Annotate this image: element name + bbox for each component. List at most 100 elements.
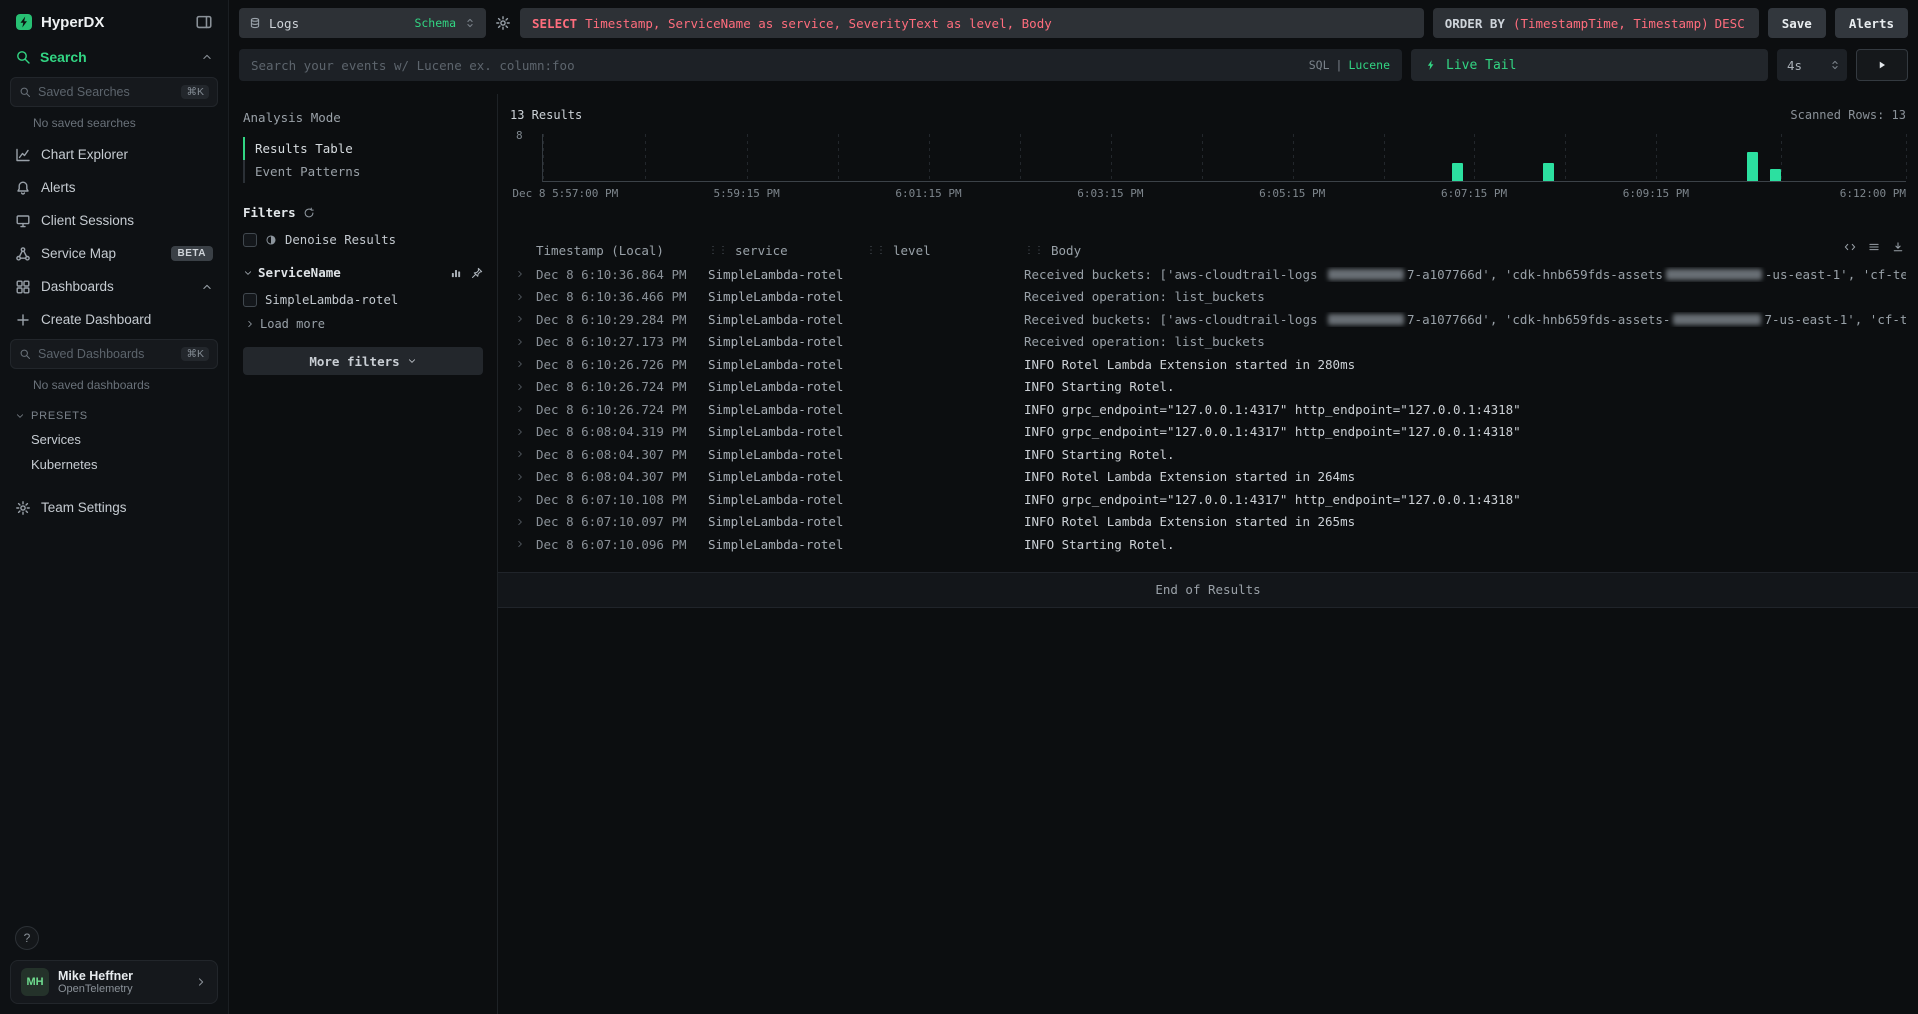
- chart-bar[interactable]: [1452, 163, 1463, 181]
- expand-row-icon[interactable]: [510, 359, 536, 369]
- refresh-interval-select[interactable]: 4s: [1777, 49, 1847, 81]
- expand-row-icon[interactable]: [510, 427, 536, 437]
- log-row[interactable]: Dec 8 6:08:04.307 PMSimpleLambda-rotelIN…: [510, 443, 1906, 466]
- saved-searches-input[interactable]: [38, 85, 174, 99]
- log-row[interactable]: Dec 8 6:10:29.284 PMSimpleLambda-rotelRe…: [510, 308, 1906, 331]
- log-row[interactable]: Dec 8 6:08:04.307 PMSimpleLambda-rotelIN…: [510, 466, 1906, 489]
- log-row[interactable]: Dec 8 6:10:26.726 PMSimpleLambda-rotelIN…: [510, 353, 1906, 376]
- denoise-toggle[interactable]: Denoise Results: [243, 233, 483, 247]
- sidebar-item-dashboards[interactable]: Dashboards: [0, 270, 228, 303]
- sql-toggle[interactable]: SQL: [1309, 58, 1330, 72]
- code-view-icon[interactable]: [1844, 241, 1856, 253]
- source-settings-gear-icon[interactable]: [495, 15, 511, 31]
- expand-row-icon[interactable]: [510, 404, 536, 414]
- event-search[interactable]: SQL | Lucene: [239, 49, 1402, 81]
- schema-link[interactable]: Schema: [414, 16, 456, 30]
- expand-row-icon[interactable]: [510, 382, 536, 392]
- sidebar-item-label: Chart Explorer: [41, 147, 128, 162]
- expand-row-icon[interactable]: [510, 472, 536, 482]
- chart-plot: [542, 134, 1906, 182]
- beta-badge: BETA: [171, 246, 213, 261]
- expand-row-icon[interactable]: [510, 449, 536, 459]
- preset-item-services[interactable]: Services: [0, 427, 228, 452]
- column-header-timestamp[interactable]: Timestamp (Local): [536, 243, 708, 258]
- expand-row-icon[interactable]: [510, 539, 536, 549]
- saved-searches-search[interactable]: ⌘K: [10, 77, 218, 107]
- run-query-button[interactable]: [1856, 49, 1908, 81]
- lucene-toggle[interactable]: Lucene: [1348, 58, 1390, 72]
- select-query-input[interactable]: SELECT Timestamp, ServiceName as service…: [520, 8, 1424, 38]
- sidebar-item-search[interactable]: Search: [0, 40, 228, 74]
- log-row[interactable]: Dec 8 6:07:10.096 PMSimpleLambda-rotelIN…: [510, 533, 1906, 556]
- expand-row-icon[interactable]: [510, 314, 536, 324]
- chart-bar[interactable]: [1543, 163, 1554, 181]
- log-row[interactable]: Dec 8 6:07:10.108 PMSimpleLambda-rotelIN…: [510, 488, 1906, 511]
- refresh-filters-icon[interactable]: [303, 207, 315, 219]
- log-row[interactable]: Dec 8 6:08:04.319 PMSimpleLambda-rotelIN…: [510, 421, 1906, 444]
- denoise-checkbox[interactable]: [243, 233, 257, 247]
- event-search-input[interactable]: [251, 58, 1301, 73]
- more-filters-button[interactable]: More filters: [243, 347, 483, 375]
- chevron-up-icon[interactable]: [201, 51, 213, 63]
- source-select[interactable]: Logs Schema: [239, 8, 486, 38]
- user-card[interactable]: MH Mike Heffner OpenTelemetry: [10, 960, 218, 1004]
- sidebar-item-label: Dashboards: [41, 279, 114, 294]
- column-drag-handle[interactable]: ⋮⋮: [1024, 245, 1044, 256]
- column-drag-handle[interactable]: ⋮⋮: [866, 245, 886, 256]
- log-body: Received operation: list_buckets: [1024, 334, 1906, 349]
- chart-bar[interactable]: [1747, 152, 1758, 181]
- checkbox[interactable]: [243, 293, 257, 307]
- row-density-icon[interactable]: [1868, 241, 1880, 253]
- pin-icon[interactable]: [471, 267, 483, 279]
- facet-group-header[interactable]: ServiceName: [243, 265, 483, 280]
- stepper-icon[interactable]: [1829, 59, 1841, 71]
- load-more[interactable]: Load more: [243, 317, 483, 331]
- log-body: INFO Starting Rotel.: [1024, 379, 1906, 394]
- log-row[interactable]: Dec 8 6:10:36.864 PMSimpleLambda-rotelRe…: [510, 263, 1906, 286]
- live-tail-label: Live Tail: [1446, 58, 1516, 73]
- sidebar-collapse-icon[interactable]: [195, 13, 213, 31]
- live-tail-button[interactable]: Live Tail: [1411, 49, 1768, 81]
- column-header-level[interactable]: ⋮⋮ level: [866, 243, 1024, 258]
- expand-row-icon[interactable]: [510, 517, 536, 527]
- sidebar-item-chart-explorer[interactable]: Chart Explorer: [0, 138, 228, 171]
- results: 13 Results Scanned Rows: 13 8 Dec 8 5:57…: [498, 94, 1918, 1014]
- help-button[interactable]: ?: [15, 926, 39, 950]
- expand-row-icon[interactable]: [510, 292, 536, 302]
- create-dashboard-button[interactable]: Create Dashboard: [0, 303, 228, 336]
- order-by-input[interactable]: ORDER BY (TimestampTime, Timestamp) DESC: [1433, 8, 1759, 38]
- redacted-text: [1673, 314, 1761, 325]
- column-header-body[interactable]: ⋮⋮ Body: [1024, 243, 1906, 258]
- chevron-down-icon[interactable]: [243, 268, 253, 278]
- sidebar-item-team-settings[interactable]: Team Settings: [0, 491, 228, 524]
- chart-facet-icon[interactable]: [450, 267, 462, 279]
- column-drag-handle[interactable]: ⋮⋮: [708, 245, 728, 256]
- column-header-service[interactable]: ⋮⋮ service: [708, 243, 866, 258]
- expand-row-icon[interactable]: [510, 337, 536, 347]
- saved-dashboards-input[interactable]: [38, 347, 174, 361]
- sidebar-item-client-sessions[interactable]: Client Sessions: [0, 204, 228, 237]
- expand-row-icon[interactable]: [510, 269, 536, 279]
- log-row[interactable]: Dec 8 6:10:36.466 PMSimpleLambda-rotelRe…: [510, 286, 1906, 309]
- presets-header[interactable]: PRESETS: [0, 400, 228, 427]
- log-row[interactable]: Dec 8 6:10:26.724 PMSimpleLambda-rotelIN…: [510, 398, 1906, 421]
- chart-x-tick-label: 6:05:15 PM: [1259, 187, 1325, 200]
- chart-gridline: [1111, 134, 1112, 181]
- facet-option[interactable]: SimpleLambda-rotel: [243, 293, 483, 307]
- chart-gridline: [1384, 134, 1385, 181]
- alerts-button[interactable]: Alerts: [1835, 8, 1908, 38]
- expand-row-icon[interactable]: [510, 494, 536, 504]
- download-icon[interactable]: [1892, 241, 1904, 253]
- log-row[interactable]: Dec 8 6:10:27.173 PMSimpleLambda-rotelRe…: [510, 331, 1906, 354]
- preset-item-kubernetes[interactable]: Kubernetes: [0, 452, 228, 477]
- sidebar-item-service-map[interactable]: Service MapBETA: [0, 237, 228, 270]
- saved-dashboards-search[interactable]: ⌘K: [10, 339, 218, 369]
- chart-bar[interactable]: [1770, 169, 1781, 181]
- analysis-mode-event-patterns[interactable]: Event Patterns: [243, 160, 483, 183]
- log-row[interactable]: Dec 8 6:10:26.724 PMSimpleLambda-rotelIN…: [510, 376, 1906, 399]
- analysis-mode-results-table[interactable]: Results Table: [243, 137, 483, 160]
- log-body: INFO Rotel Lambda Extension started in 2…: [1024, 357, 1906, 372]
- sidebar-item-alerts[interactable]: Alerts: [0, 171, 228, 204]
- log-row[interactable]: Dec 8 6:07:10.097 PMSimpleLambda-rotelIN…: [510, 511, 1906, 534]
- save-button[interactable]: Save: [1768, 8, 1826, 38]
